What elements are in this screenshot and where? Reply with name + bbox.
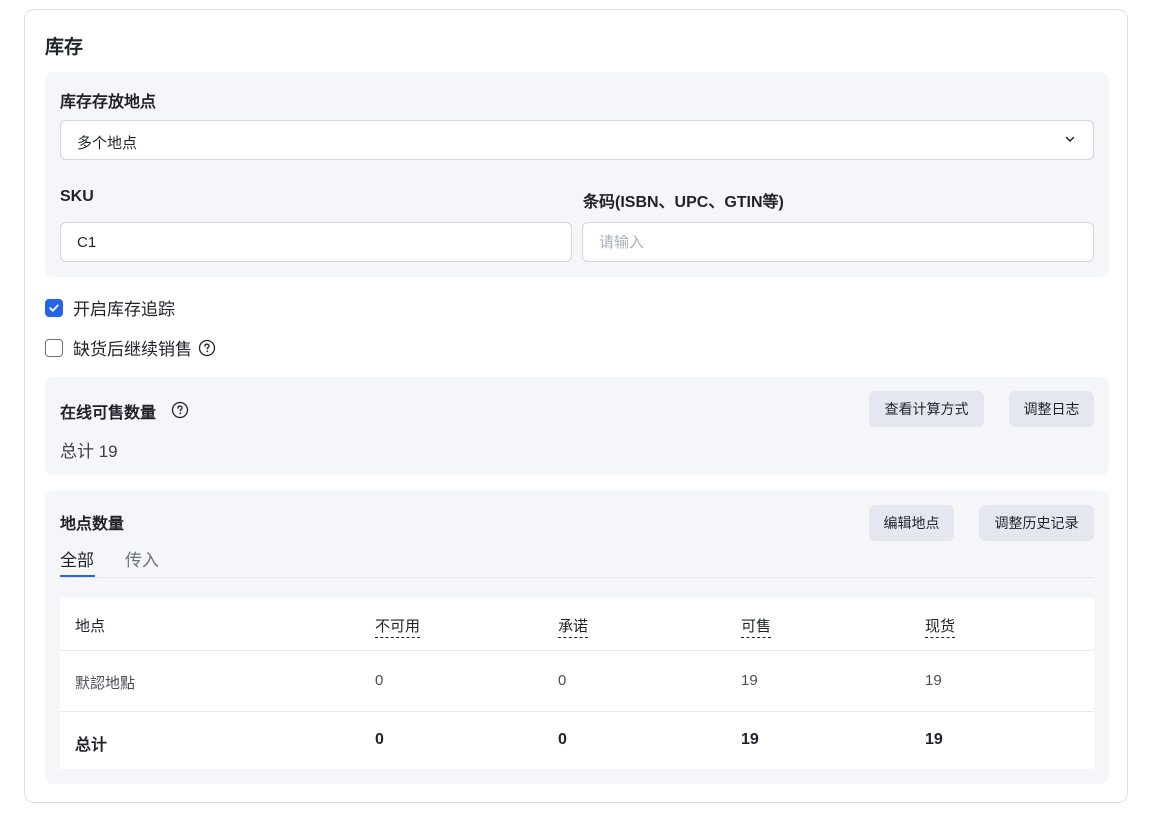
location-table: 地点 不可用 承诺 可售 现货 默認地點 0 0 19 19 总计 0 0 19… <box>60 598 1094 769</box>
location-tabs: 全部 传入 <box>60 546 1094 578</box>
inventory-card: 库存 库存存放地点 多个地点 SKU 条码(ISBN、UPC、GTIN等) 开启… <box>24 9 1128 803</box>
track-inventory-checkbox[interactable]: 开启库存追踪 <box>45 295 175 320</box>
header-available[interactable]: 可售 <box>741 615 772 638</box>
total-unavailable: 0 <box>375 731 384 748</box>
sku-label: SKU <box>60 188 94 205</box>
edit-locations-button[interactable]: 编辑地点 <box>869 505 954 541</box>
row-committed: 0 <box>558 672 567 689</box>
table-total-row: 总计 0 0 19 19 <box>60 712 1094 769</box>
sku-input[interactable] <box>60 222 572 262</box>
row-available: 19 <box>741 672 758 689</box>
tab-incoming[interactable]: 传入 <box>125 546 159 571</box>
track-inventory-label: 开启库存追踪 <box>73 300 175 319</box>
help-icon[interactable] <box>198 339 216 357</box>
header-committed[interactable]: 承诺 <box>558 615 589 638</box>
view-calculation-button[interactable]: 查看计算方式 <box>869 391 984 427</box>
table-header-row: 地点 不可用 承诺 可售 现货 <box>60 598 1094 651</box>
row-location: 默認地點 <box>75 675 136 692</box>
continue-selling-label: 缺货后继续销售 <box>73 340 192 359</box>
card-title: 库存 <box>45 37 84 58</box>
total-label: 总计 <box>75 737 108 754</box>
active-tab-indicator <box>60 575 95 577</box>
storage-panel: 库存存放地点 多个地点 SKU 条码(ISBN、UPC、GTIN等) <box>45 72 1109 277</box>
total-committed: 0 <box>558 731 567 748</box>
online-total: 总计 19 <box>60 442 118 461</box>
checkbox-unchecked-icon <box>45 338 63 357</box>
continue-selling-checkbox[interactable]: 缺货后继续销售 <box>45 335 216 360</box>
storage-label: 库存存放地点 <box>60 94 157 111</box>
table-row: 默認地點 0 0 19 19 <box>60 651 1094 712</box>
barcode-label: 条码(ISBN、UPC、GTIN等) <box>583 194 784 211</box>
adjust-log-button[interactable]: 调整日志 <box>1009 391 1094 427</box>
header-location: 地点 <box>75 618 106 635</box>
row-unavailable: 0 <box>375 672 384 689</box>
online-available-panel: 在线可售数量 查看计算方式 调整日志 总计 19 <box>45 377 1109 475</box>
row-on-hand: 19 <box>925 672 942 689</box>
storage-location-select[interactable]: 多个地点 <box>60 120 1094 160</box>
checkbox-checked-icon <box>45 298 63 317</box>
total-available: 19 <box>741 731 759 748</box>
adjust-history-button[interactable]: 调整历史记录 <box>979 505 1094 541</box>
header-on-hand[interactable]: 现货 <box>925 615 956 638</box>
location-quantity-label: 地点数量 <box>60 516 125 533</box>
total-on-hand: 19 <box>925 731 943 748</box>
online-available-label: 在线可售数量 <box>60 405 157 422</box>
barcode-input[interactable] <box>582 222 1094 262</box>
storage-location-value: 多个地点 <box>77 135 138 152</box>
help-icon[interactable] <box>171 401 189 419</box>
tab-all[interactable]: 全部 <box>60 546 94 571</box>
chevron-down-icon <box>1065 136 1075 142</box>
location-quantity-panel: 地点数量 编辑地点 调整历史记录 全部 传入 地点 不可用 承诺 可售 现货 默… <box>45 490 1109 784</box>
header-unavailable[interactable]: 不可用 <box>375 615 421 638</box>
